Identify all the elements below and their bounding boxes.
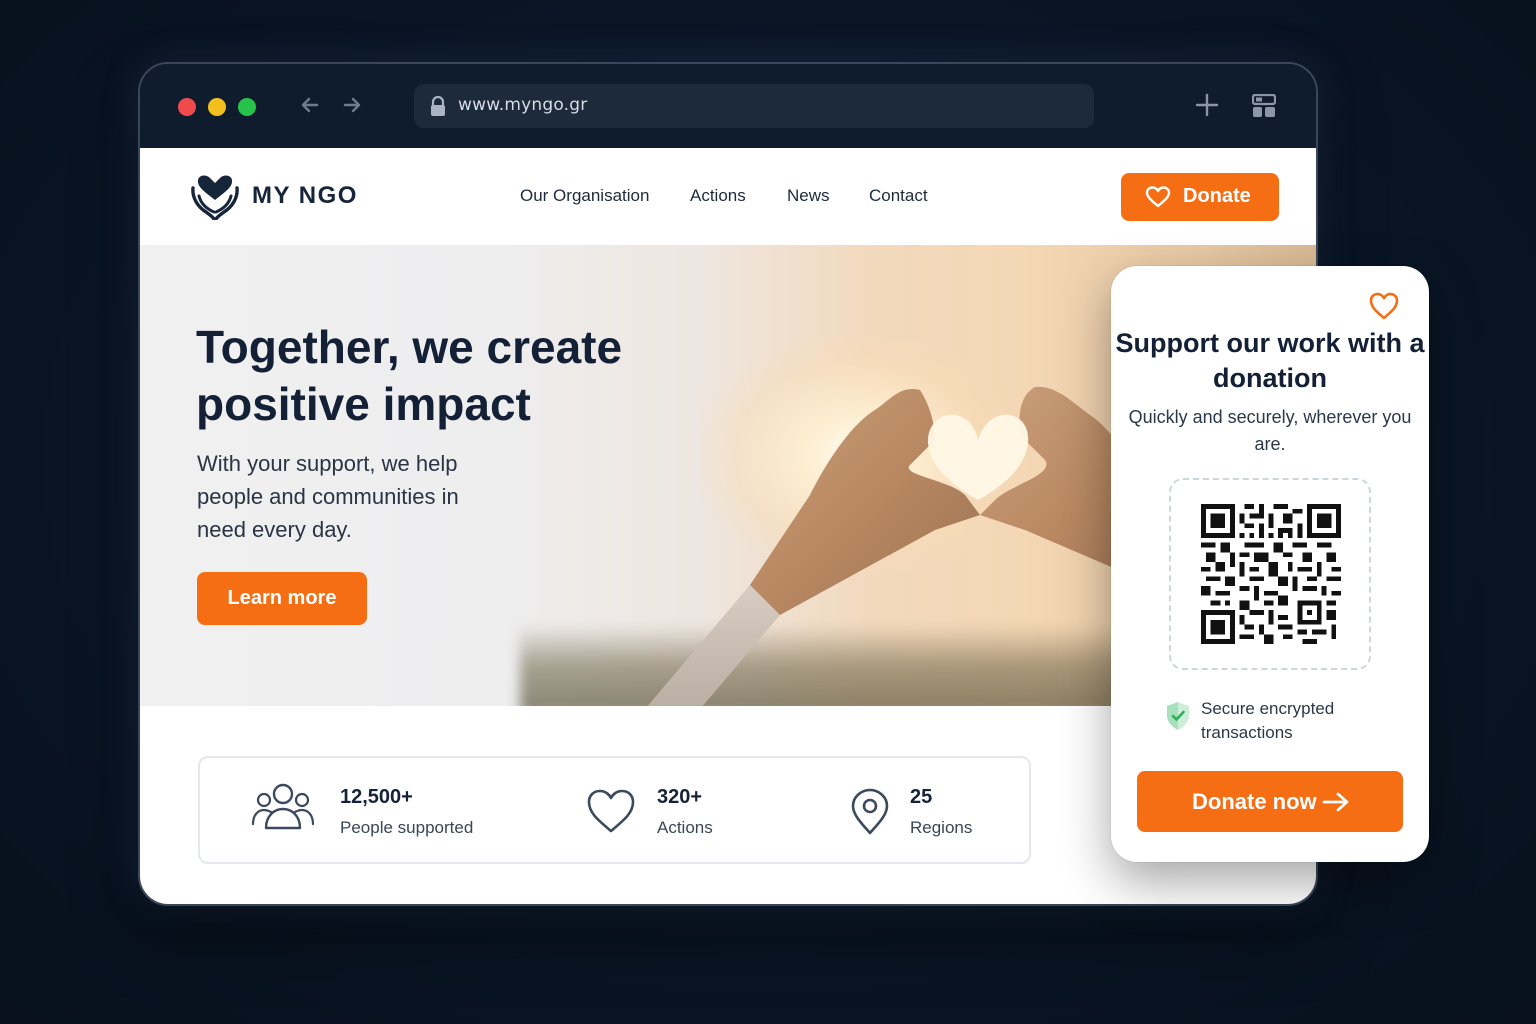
plus-icon[interactable] bbox=[1194, 92, 1220, 118]
donation-card-subtitle: Quickly and securely, wherever you are. bbox=[1128, 407, 1412, 454]
site-header: MY NGO Our Organisation Actions News Con… bbox=[140, 148, 1316, 245]
tabs-grid-icon[interactable] bbox=[1252, 94, 1276, 118]
heart-icon bbox=[587, 789, 635, 833]
hands-heart-logo-icon[interactable] bbox=[190, 174, 240, 220]
url-text: www.myngo.gr bbox=[458, 95, 588, 115]
stat-actions-value: 320+ bbox=[657, 786, 703, 808]
hero-subtitle: With your support, we help people and co… bbox=[197, 451, 459, 542]
donation-card-title: Support our work with a donation bbox=[1115, 328, 1425, 393]
donation-card: Support our work with a donation Quickly… bbox=[1111, 266, 1429, 862]
nav-news[interactable]: News bbox=[787, 186, 830, 206]
heart-icon bbox=[1145, 186, 1171, 208]
arrow-right-icon bbox=[1322, 792, 1349, 812]
stat-actions-label: Actions bbox=[657, 818, 713, 837]
close-window-button[interactable] bbox=[178, 98, 196, 116]
forward-arrow-icon[interactable] bbox=[337, 90, 367, 120]
stat-regions-value: 25 bbox=[910, 786, 933, 808]
donate-now-button[interactable]: Donate now bbox=[1137, 771, 1403, 832]
minimize-window-button[interactable] bbox=[208, 98, 226, 116]
learn-more-button[interactable]: Learn more bbox=[197, 572, 367, 625]
stat-people-value: 12,500+ bbox=[340, 786, 413, 808]
browser-toolbar: www.myngo.gr bbox=[140, 64, 1316, 148]
stat-people-label: People supported bbox=[340, 818, 474, 837]
maximize-window-button[interactable] bbox=[238, 98, 256, 116]
heart-icon bbox=[1369, 292, 1399, 320]
people-icon bbox=[251, 783, 315, 830]
nav-contact[interactable]: Contact bbox=[869, 186, 928, 206]
nav-our-organisation[interactable]: Our Organisation bbox=[520, 186, 649, 206]
logo-text[interactable]: MY NGO bbox=[252, 182, 358, 210]
back-arrow-icon[interactable] bbox=[295, 90, 325, 120]
hero-title: Together, we create positive impact bbox=[196, 321, 623, 430]
donate-now-label: Donate now bbox=[1192, 789, 1317, 814]
address-bar[interactable]: www.myngo.gr bbox=[414, 84, 1094, 128]
location-pin-icon bbox=[851, 788, 889, 835]
stat-regions-label: Regions bbox=[910, 818, 973, 837]
qr-code[interactable] bbox=[1198, 504, 1344, 644]
donate-button-label: Donate bbox=[1183, 185, 1251, 207]
shield-check-icon bbox=[1167, 702, 1189, 730]
qr-code-frame[interactable] bbox=[1169, 478, 1371, 670]
lock-icon bbox=[431, 95, 445, 116]
secure-transactions-text: Secure encrypted transactions bbox=[1201, 699, 1335, 742]
stats-panel: 12,500+ People supported 320+ Actions 25… bbox=[198, 756, 1031, 864]
donate-button[interactable]: Donate bbox=[1121, 173, 1279, 221]
nav-actions[interactable]: Actions bbox=[690, 186, 746, 206]
